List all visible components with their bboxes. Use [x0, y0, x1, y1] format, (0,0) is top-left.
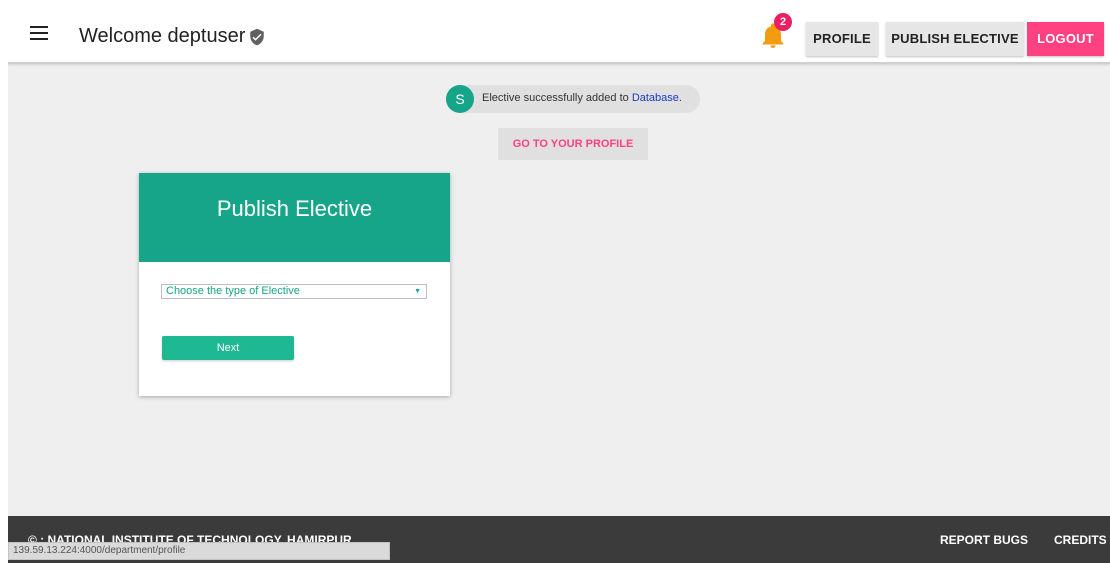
elective-type-select[interactable]: Choose the type of Elective ▼	[161, 284, 427, 299]
toast-message: Elective successfully added to Database.	[482, 92, 682, 104]
welcome-heading: Welcome deptuser	[79, 25, 266, 48]
next-button[interactable]: Next	[162, 336, 294, 360]
toast-message-end: .	[678, 92, 682, 104]
welcome-text: Welcome deptuser	[79, 25, 246, 47]
publish-elective-card: Publish Elective Choose the type of Elec…	[139, 173, 450, 396]
verified-shield-icon	[250, 28, 265, 45]
select-placeholder: Choose the type of Elective	[166, 285, 300, 297]
profile-button[interactable]: PROFILE	[806, 22, 878, 56]
publish-elective-button[interactable]: PUBLISH ELECTIVE	[886, 22, 1024, 56]
toast-message-text: Elective successfully added to	[482, 92, 632, 104]
menu-icon[interactable]	[30, 26, 48, 44]
notification-badge: 2	[774, 13, 792, 31]
toast-avatar: S	[446, 85, 474, 113]
success-toast: S Elective successfully added to Databas…	[446, 85, 700, 113]
go-to-profile-button[interactable]: GO TO YOUR PROFILE	[498, 128, 648, 160]
logout-button[interactable]: LOGOUT	[1027, 22, 1104, 56]
page-frame: Welcome deptuser 2 PROFILE PUBLISH ELECT…	[8, 8, 1110, 563]
database-link[interactable]: Database	[632, 92, 679, 104]
app-bar: Welcome deptuser 2 PROFILE PUBLISH ELECT…	[8, 8, 1110, 64]
card-title: Publish Elective	[139, 173, 450, 262]
credits-link[interactable]: CREDITS	[1054, 533, 1107, 547]
report-bugs-link[interactable]: REPORT BUGS	[940, 533, 1028, 547]
status-bar-url: 139.59.13.224:4000/department/profile	[8, 542, 390, 560]
dropdown-arrow-icon: ▼	[414, 288, 421, 295]
